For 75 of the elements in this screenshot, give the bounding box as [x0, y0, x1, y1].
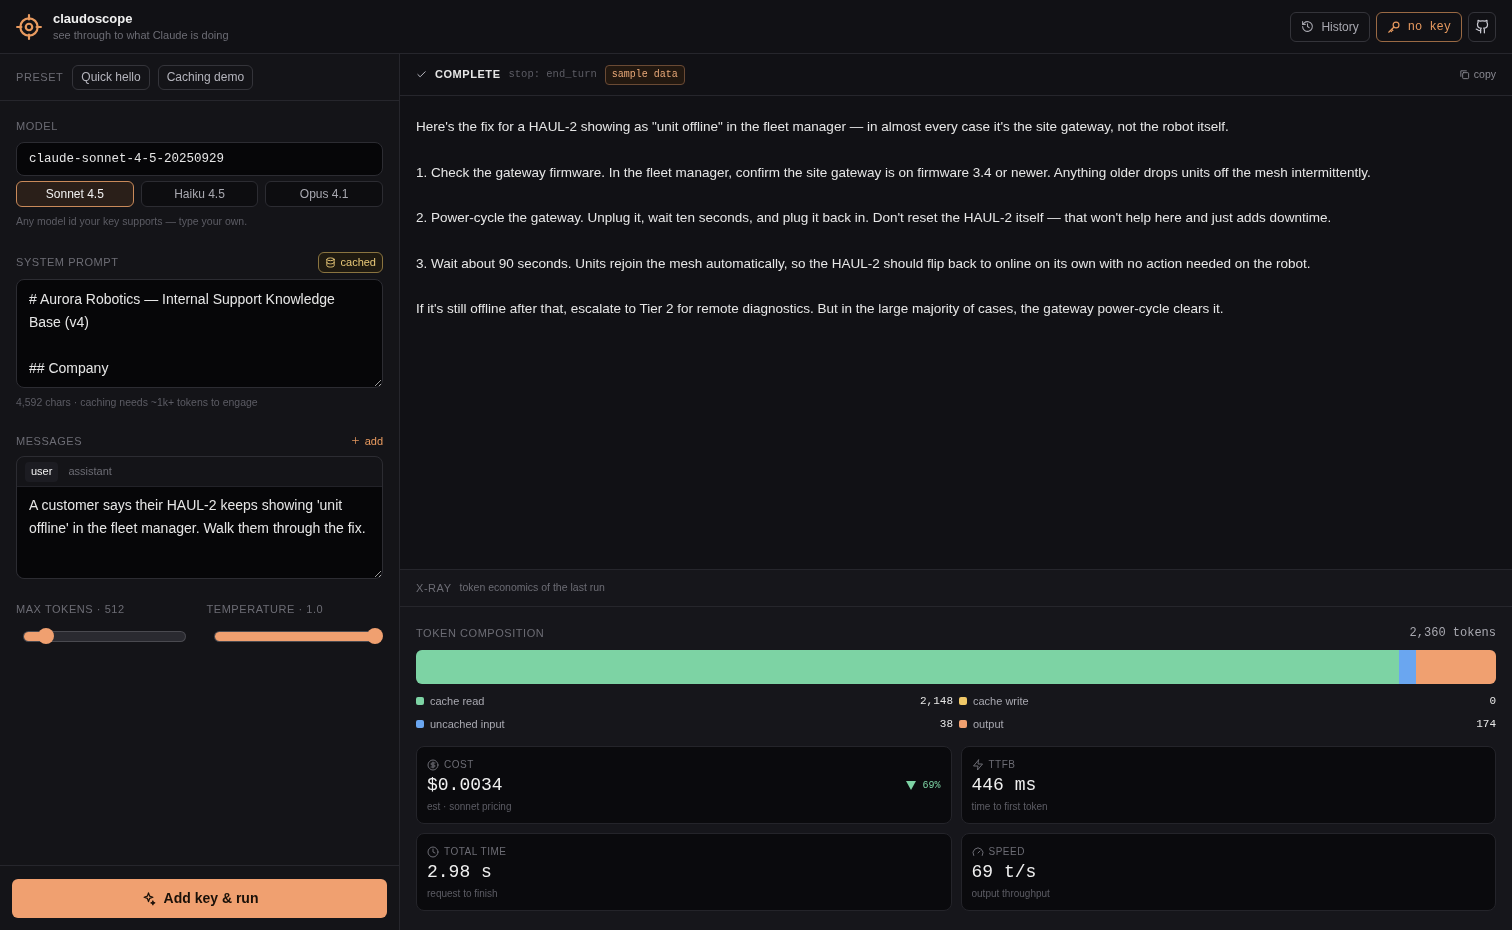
legend-label: cache read — [430, 693, 486, 709]
metric-label: SPEED — [988, 845, 1025, 859]
response-paragraph: If it's still offline after that, escalate to Tier 2 for remote diagnostics. But in the large majority of cases, the gateway power-cycle clears it. — [416, 300, 1225, 319]
legend-value: 0 — [1489, 693, 1496, 709]
legend-value: 174 — [1476, 716, 1496, 732]
github-icon — [1474, 19, 1490, 34]
api-key-button[interactable]: no key — [1375, 11, 1462, 42]
legend-label: uncached input — [430, 716, 506, 732]
model-choice-button[interactable]: Opus 4.1 — [265, 181, 383, 207]
section-subtitle: token economics of the last run — [459, 580, 605, 596]
section-label: PRESET — [16, 69, 64, 85]
section-label: X-RAY — [416, 580, 452, 596]
database-icon — [324, 256, 336, 268]
preset-button[interactable]: Caching demo — [157, 64, 254, 90]
role-tab[interactable]: assistant — [62, 461, 118, 482]
run-button[interactable]: Add key & run — [12, 878, 387, 918]
response-paragraph: 2. Power-cycle the gateway. Unplug it, wait ten seconds, and plug it back in. Don't reset the HAUL-2 itself — that won't help here and just adds downtime. — [416, 209, 1333, 228]
key-icon — [1386, 19, 1401, 34]
token-total: 2,360 tokens — [1409, 625, 1496, 642]
legend-label: output — [973, 716, 1005, 732]
plus-icon — [350, 436, 360, 446]
check-icon — [416, 69, 427, 80]
response-paragraph: 3. Wait about 90 seconds. Units rejoin the mesh automatically, so the HAUL-2 should flip back to online on its own with no action needed on the robot. — [416, 254, 1312, 273]
lightning-icon — [971, 758, 984, 771]
slider-label: TEMPERATURE · 1.0 — [206, 602, 325, 617]
slider-label: MAX TOKENS · 512 — [16, 602, 126, 617]
message-field[interactable]: A customer says their HAUL-2 keeps showing 'unit offline' in the fleet manager. Walk them through the fix. — [17, 487, 382, 578]
add-message-button[interactable]: add — [350, 432, 383, 449]
metric-label: TTFB — [988, 758, 1016, 772]
section-label: MODEL — [16, 119, 59, 133]
github-button[interactable] — [1468, 11, 1496, 42]
response-paragraph: 1. Check the gateway firmware. In the fleet manager, confirm the site gateway is on firmware 3.4 or newer. Anything older drops units off the mesh intermittently. — [416, 163, 1372, 182]
legend-value: 2,148 — [920, 693, 953, 709]
metric-note: output throughput — [971, 887, 1051, 901]
model-hint: Any model id your key supports — type your own. — [16, 214, 249, 229]
model-choice-button[interactable]: Haiku 4.5 — [140, 181, 259, 207]
metric-label: COST — [444, 758, 474, 772]
metric-note: request to finish — [427, 887, 499, 901]
app-title: claudoscope — [53, 10, 134, 27]
app-subtitle: see through to what Claude is doing — [53, 27, 229, 43]
gauge-icon — [971, 845, 984, 858]
cached-badge: cached — [317, 251, 383, 273]
section-label: MESSAGES — [16, 433, 83, 449]
metric-value: 446 ms — [971, 774, 1037, 797]
status-label: COMPLETE — [435, 67, 501, 83]
crosshair-logo-icon — [16, 13, 42, 40]
metric-label: TOTAL TIME — [444, 845, 507, 859]
legend-value: 38 — [939, 716, 953, 732]
metric-value: $0.0034 — [427, 774, 503, 797]
history-button[interactable]: History — [1290, 11, 1370, 42]
system-prompt-field[interactable]: # Aurora Robotics — Internal Support Knowledge Base (v4) ## Company — [16, 278, 383, 388]
section-label: SYSTEM PROMPT — [16, 255, 119, 270]
section-label: TOKEN COMPOSITION — [416, 625, 545, 641]
down-triangle-icon — [906, 780, 917, 790]
system-prompt-info: 4,592 chars · caching needs ~1k+ tokens to engage — [16, 394, 259, 410]
clock-icon — [427, 845, 439, 858]
savings-percent: 69% — [922, 778, 941, 793]
history-icon — [1301, 20, 1315, 33]
role-tab[interactable]: user — [25, 461, 59, 482]
preset-button[interactable]: Quick hello — [72, 64, 150, 90]
copy-icon — [1458, 69, 1470, 80]
metric-note: time to first token — [971, 800, 1049, 814]
stop-reason: stop: end_turn — [508, 66, 597, 82]
sample-data-badge: sample data — [604, 64, 685, 85]
legend-label: cache write — [973, 693, 1030, 709]
copy-button[interactable]: copy — [1458, 66, 1496, 83]
model-choice-button[interactable]: Sonnet 4.5 — [16, 181, 134, 207]
slider-thumb[interactable] — [38, 628, 55, 644]
dollar-icon — [427, 758, 439, 771]
metric-value: 69 t/s — [971, 861, 1037, 884]
slider-thumb[interactable] — [367, 628, 383, 644]
metric-note: est · sonnet pricing — [427, 800, 513, 814]
response-paragraph: Here's the fix for a HAUL-2 showing as "unit offline" in the fleet manager — in almost every case it's the site gateway, not the robot itself. — [416, 118, 1230, 136]
model-id-field[interactable]: claude-sonnet-4-5-20250929 — [16, 142, 383, 176]
metric-value: 2.98 s — [427, 861, 492, 884]
